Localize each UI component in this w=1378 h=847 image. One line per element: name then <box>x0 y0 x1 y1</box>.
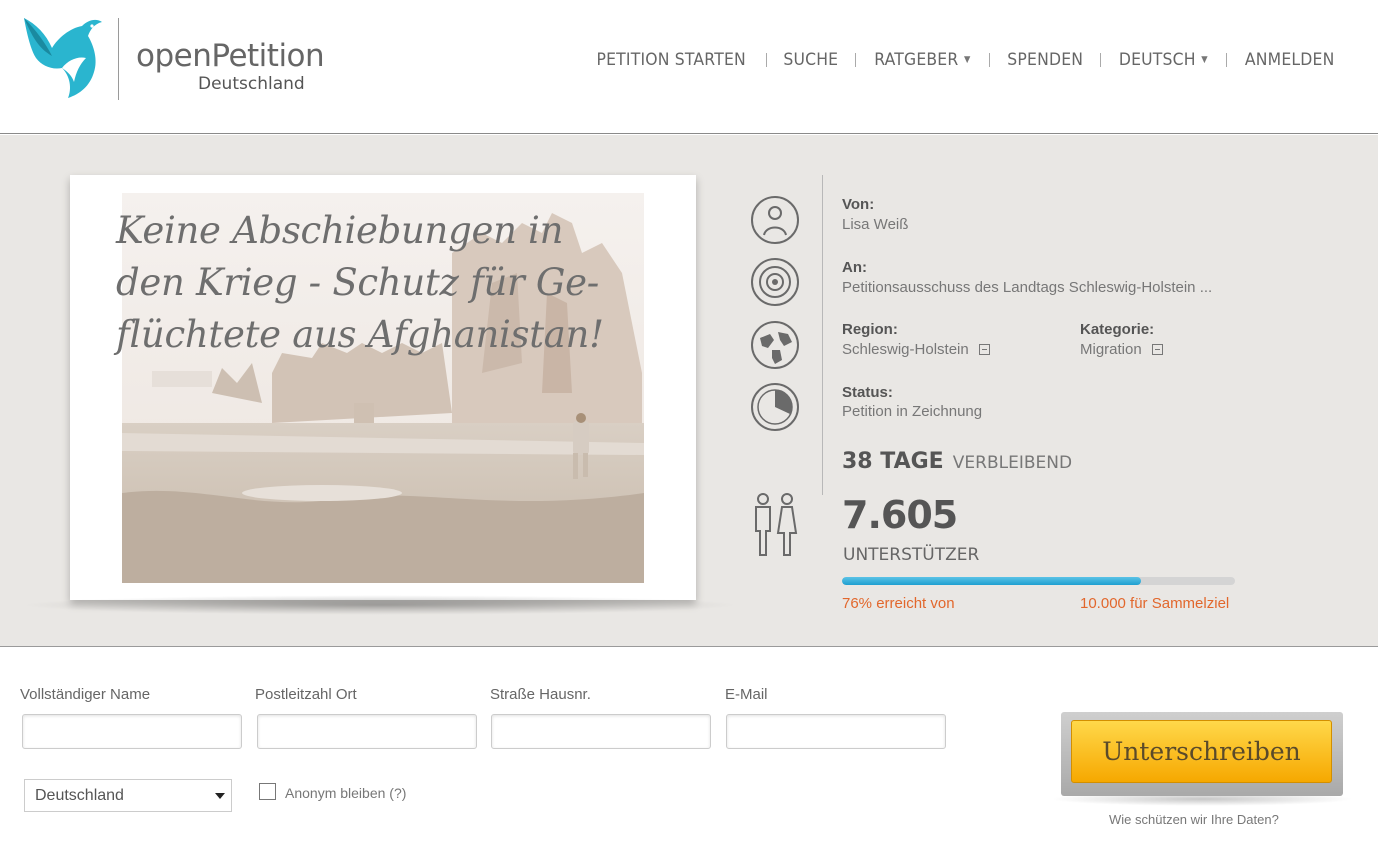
external-link-icon <box>1151 344 1163 355</box>
globe-icon <box>751 321 799 369</box>
zip-input[interactable] <box>257 714 477 749</box>
to-value: Petitionsausschuss des Landtags Schleswi… <box>842 279 1213 296</box>
street-input[interactable] <box>491 714 711 749</box>
nav-separator <box>988 53 990 67</box>
email-label: E-Mail <box>725 686 768 703</box>
nav-petition-starten[interactable]: PETITION STARTEN <box>596 50 745 70</box>
nav-separator <box>854 53 856 67</box>
sign-button-frame: Unterschreiben <box>1061 712 1343 796</box>
country-selected: Deutschland <box>35 787 124 804</box>
progress-bar <box>842 577 1235 585</box>
region-label: Region: <box>842 321 898 338</box>
petition-hero: Keine Abschiebungen in den Krieg - Schut… <box>0 135 1378 647</box>
supporters-count: 7.605 <box>842 493 958 537</box>
category-link[interactable]: Migration <box>1080 341 1163 358</box>
external-link-icon <box>978 344 990 355</box>
nav-anmelden[interactable]: ANMELDEN <box>1245 50 1335 70</box>
caret-down-icon: ▼ <box>963 55 971 65</box>
logo-country: Deutschland <box>198 74 305 94</box>
card-shadow <box>20 595 740 615</box>
street-label: Straße Hausnr. <box>490 686 591 703</box>
category-label: Kategorie: <box>1080 321 1155 338</box>
caret-down-icon: ▼ <box>1201 55 1208 65</box>
main-nav: PETITION STARTEN SUCHE RATGEBER ▼ SPENDEN… <box>590 50 1338 70</box>
status-value: Petition in Zeichnung <box>842 403 983 420</box>
from-value: Lisa Weiß <box>842 216 909 233</box>
supporters-icon <box>755 493 798 556</box>
goal-text: 10.000 für Sammelziel <box>1080 595 1230 612</box>
nav-ratgeber[interactable]: RATGEBER ▼ <box>874 50 970 70</box>
anonymous-checkbox[interactable] <box>259 783 276 800</box>
logo-name: openPetition <box>136 38 325 74</box>
progress-fill <box>842 577 1141 585</box>
name-input[interactable] <box>22 714 242 749</box>
nav-separator <box>766 53 768 67</box>
to-label: An: <box>842 259 867 276</box>
site-header: openPetition Deutschland PETITION STARTE… <box>0 0 1378 134</box>
person-pin-icon <box>751 196 799 244</box>
nav-suche[interactable]: SUCHE <box>784 50 839 70</box>
info-divider <box>822 175 823 495</box>
clock-icon <box>751 383 799 431</box>
supporters-label: UNTERSTÜTZER <box>843 545 980 565</box>
email-input[interactable] <box>726 714 946 749</box>
nav-spenden[interactable]: SPENDEN <box>1007 50 1083 70</box>
petition-title: Keine Abschiebungen in den Krieg - Schut… <box>116 209 604 356</box>
region-link[interactable]: Schleswig-Holstein <box>842 341 990 358</box>
progress-text: 76% erreicht von <box>842 595 955 612</box>
days-count: 38 TAGE <box>842 449 944 474</box>
nav-language[interactable]: DEUTSCH ▼ <box>1119 50 1208 70</box>
name-label: Vollständiger Name <box>20 686 151 703</box>
nav-separator <box>1099 53 1101 67</box>
from-label: Von: <box>842 196 875 213</box>
nav-separator <box>1225 53 1227 67</box>
petition-card: Keine Abschiebungen in den Krieg - Schut… <box>70 175 696 600</box>
privacy-link[interactable]: Wie schützen wir Ihre Daten? <box>1109 812 1279 827</box>
chevron-down-icon <box>215 793 225 799</box>
logo-separator <box>118 18 119 100</box>
days-label: VERBLEIBEND <box>952 453 1073 473</box>
bird-logo-icon <box>24 18 102 98</box>
logo[interactable]: openPetition Deutschland <box>22 14 325 104</box>
days-remaining: 38 TAGE VERBLEIBEND <box>842 449 1072 474</box>
status-label: Status: <box>842 384 893 401</box>
zip-label: Postleitzahl Ort <box>255 686 357 703</box>
country-select[interactable]: Deutschland <box>24 779 232 812</box>
target-icon <box>751 258 799 306</box>
anonymous-label[interactable]: Anonym bleiben (?) <box>285 785 406 801</box>
sign-button[interactable]: Unterschreiben <box>1071 720 1332 783</box>
